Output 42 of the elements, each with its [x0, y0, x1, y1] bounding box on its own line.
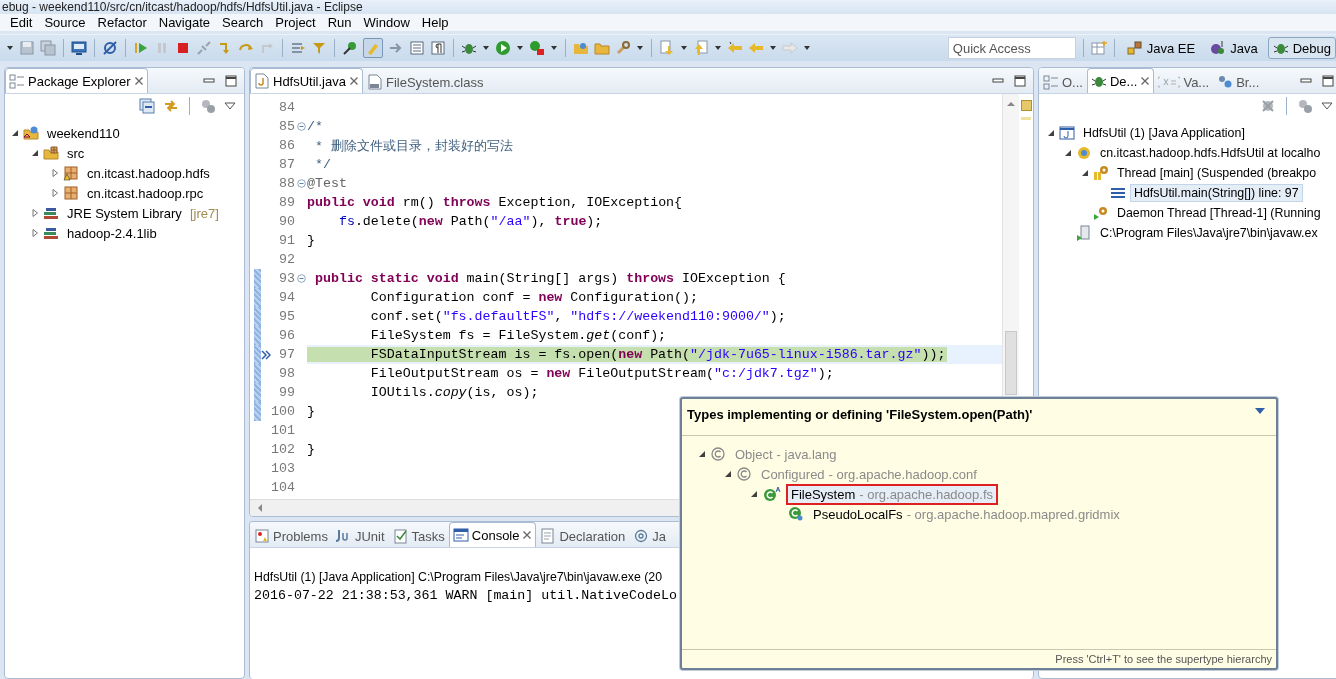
window-title: ebug - weekend110/src/cn/itcast/hadoop/hdfs/HdfsUtil.java - Eclipse — [0, 0, 1336, 14]
code-line: public static void main(String[] args) throws IOException { — [313, 271, 787, 286]
line-number: 89 — [278, 195, 295, 210]
code-line: IOUtils.copy(is, os); — [369, 385, 540, 400]
line-number: 92 — [278, 252, 295, 267]
code-line: FileOutputStream os = new FileOutputStream("c:/jdk7.tgz"); — [369, 366, 835, 381]
code-line: @Test — [307, 176, 348, 191]
line-number: 86 — [278, 138, 295, 153]
line-number: 97 — [278, 347, 295, 362]
tree-item-decoration: [jre7] — [189, 205, 219, 221]
popup-title: Types implementing or defining 'FileSystem.open(Path)' — [687, 407, 1033, 422]
line-number: 88 — [278, 176, 295, 191]
line-number: 99 — [278, 385, 295, 400]
code-line: conf.set("fs.defaultFS", "hdfs://weekend110:9000/"); — [369, 309, 787, 324]
line-number: 87 — [278, 157, 295, 172]
line-number: 90 — [278, 214, 295, 229]
code-line: } — [307, 404, 316, 419]
line-number: 103 — [271, 461, 295, 476]
line-number: 93 — [278, 271, 295, 286]
line-number: 95 — [278, 309, 295, 324]
line-number: 101 — [271, 423, 295, 438]
line-number: 102 — [271, 442, 295, 457]
console-output-line: 2016-07-22 21:38:53,361 WARN [main] util.NativeCodeLo — [254, 588, 678, 603]
code-line: } — [307, 233, 316, 248]
line-number: 91 — [278, 233, 295, 248]
code-line: fs.delete(new Path("/aa"), true); — [337, 214, 604, 229]
code-line: */ — [313, 157, 332, 172]
line-number: 100 — [271, 404, 295, 419]
line-number: 84 — [278, 100, 295, 115]
code-line: } — [307, 442, 316, 457]
code-line: /* — [307, 119, 324, 134]
line-number: 85 — [278, 119, 295, 134]
popup-hint: Press 'Ctrl+T' to see the supertype hierarchy — [682, 649, 1276, 668]
line-number: 98 — [278, 366, 295, 381]
console-header: HdfsUtil (1) [Java Application] C:\Program Files\Java\jre7\bin\javaw.exe (20 — [254, 570, 664, 584]
line-number: 94 — [278, 290, 295, 305]
line-number: 96 — [278, 328, 295, 343]
line-number: 104 — [271, 480, 295, 495]
code-line: * 删除文件或目录，封装好的写法 — [313, 137, 514, 155]
code-line: public void rm() throws Exception, IOException{ — [307, 195, 684, 210]
code-line: Configuration conf = new Configuration(); — [369, 290, 699, 305]
code-line: FileSystem fs = FileSystem.get(conf); — [369, 328, 668, 343]
